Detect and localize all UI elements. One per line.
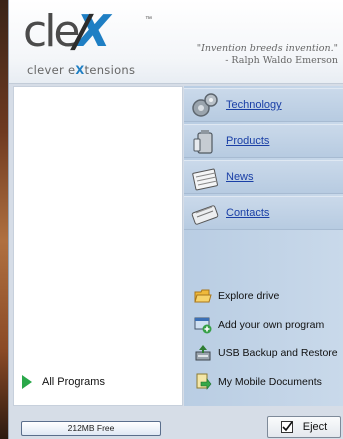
eject-label: Eject [302, 421, 328, 433]
eject-button[interactable]: Eject [267, 416, 341, 438]
quote-author: - Ralph Waldo Emerson [225, 55, 338, 66]
all-programs-button[interactable]: All Programs [22, 375, 105, 389]
mobile-documents-label: My Mobile Documents [218, 376, 322, 388]
nav-link-contacts[interactable]: Contacts [226, 207, 269, 219]
nav-item-products[interactable]: Products [184, 124, 343, 158]
add-program-button[interactable]: Add your own program [194, 316, 324, 334]
nav-link-news[interactable]: News [226, 171, 254, 183]
explore-drive-label: Explore drive [218, 290, 280, 302]
logo-wordmark: cle / X [23, 6, 111, 57]
free-space-indicator: 212MB Free [21, 421, 161, 436]
nav-item-news[interactable]: News [184, 160, 343, 194]
mobile-documents-button[interactable]: My Mobile Documents [194, 373, 322, 391]
explore-drive-button[interactable]: Explore drive [194, 287, 279, 305]
nav-link-products[interactable]: Products [226, 135, 269, 147]
add-program-label: Add your own program [218, 319, 325, 331]
nav-item-technology[interactable]: Technology [184, 88, 343, 122]
quote: "Invention breeds invention." - Ralph Wa… [197, 43, 338, 67]
all-programs-label: All Programs [42, 376, 105, 388]
backup-icon [195, 345, 211, 361]
trademark-mark: ™ [145, 16, 152, 23]
folder-icon [194, 289, 212, 303]
quote-text: "Invention breeds invention." [196, 43, 338, 54]
mobile-documents-icon [196, 373, 212, 390]
usb-backup-label: USB Backup and Restore [218, 347, 338, 359]
eject-checkbox-icon [280, 421, 293, 433]
header: cle / X ™ clever eXtensions "Invention bre… [9, 0, 343, 84]
autorun-window: cle / X ™ clever eXtensions "Invention bre… [8, 0, 343, 439]
program-list-panel: All Programs [13, 86, 183, 406]
right-panel: Technology Products News Contacts Explor… [184, 86, 343, 406]
status-bar: 212MB Free Eject [9, 408, 343, 439]
add-program-icon [194, 317, 212, 334]
nav-item-contacts[interactable]: Contacts [184, 196, 343, 230]
usb-backup-button[interactable]: USB Backup and Restore [194, 344, 338, 362]
handshake-icon [191, 205, 219, 225]
nav-link-technology[interactable]: Technology [226, 99, 282, 111]
calendar-icon [192, 168, 218, 191]
logo-subtitle: clever eXtensions [27, 63, 136, 77]
play-arrow-icon [22, 375, 32, 389]
products-icon [193, 130, 213, 154]
gears-icon [192, 93, 218, 117]
clevx-logo: cle / X ™ clever eXtensions [23, 6, 152, 77]
